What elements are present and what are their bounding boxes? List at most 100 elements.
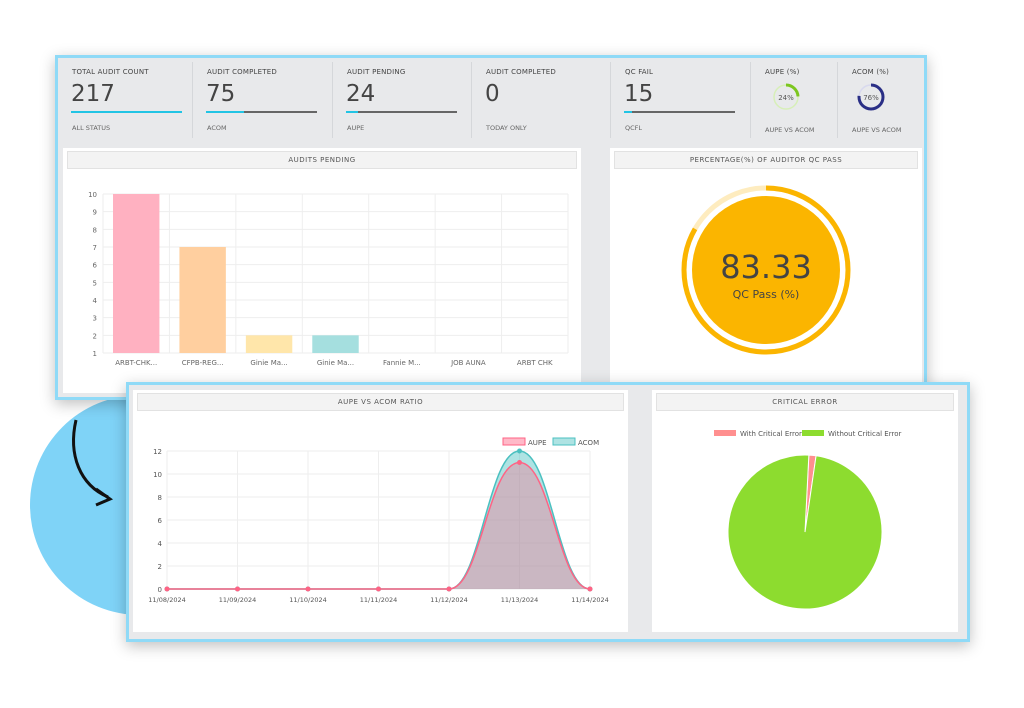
stat-progress-bar — [71, 111, 182, 113]
data-point — [306, 587, 311, 592]
curved-arrow-icon — [60, 415, 120, 510]
stat-label: AUDIT COMPLETED — [207, 68, 277, 76]
x-tick-label: 11/09/2024 — [219, 596, 256, 604]
data-point — [588, 587, 593, 592]
y-tick-label: 3 — [93, 315, 97, 323]
data-point — [447, 587, 452, 592]
gauge-card: ACOM (%) 76% AUPE VS ACOM — [838, 62, 922, 138]
x-tick-label: 11/12/2024 — [430, 596, 467, 604]
audits-pending-card: AUDITS PENDING 1 2 3 4 5 6 7 8 9 10 ARBT-CHK... CFP… — [63, 148, 581, 393]
y-tick-label: 10 — [153, 471, 162, 479]
x-tick-label: 11/10/2024 — [289, 596, 326, 604]
stat-value: 0 — [485, 81, 500, 107]
bar — [179, 247, 225, 353]
stat-card: QC FAIL 15 QCFL — [611, 62, 751, 138]
y-tick-label: 9 — [93, 209, 97, 217]
stat-sublabel: ACOM — [207, 124, 227, 132]
bar — [246, 335, 292, 353]
stat-sublabel: TODAY ONLY — [486, 124, 527, 132]
pie-slice — [728, 455, 882, 609]
legend-swatch — [714, 430, 736, 436]
gauge-ring: 76% — [854, 80, 888, 114]
stat-card: TOTAL AUDIT COUNT 217 ALL STATUS — [58, 62, 193, 138]
card-title: AUPE VS ACOM RATIO — [137, 393, 624, 411]
svg-text:24%: 24% — [778, 94, 794, 102]
stat-value: 15 — [624, 81, 653, 107]
legend-label: AUPE — [528, 439, 547, 447]
x-tick-label: Fannie M... — [383, 359, 421, 367]
critical-error-card: CRITICAL ERROR With Critical Error Withou… — [652, 390, 958, 632]
stat-label: AUDIT PENDING — [347, 68, 405, 76]
gauge-sublabel: AUPE VS ACOM — [765, 126, 815, 134]
audits-pending-chart: 1 2 3 4 5 6 7 8 9 10 ARBT-CHK... CFPB-REG... Ginie M… — [63, 170, 581, 395]
gauge-label: AUPE (%) — [765, 68, 800, 76]
ratio-chart: 02468101211/08/202411/09/202411/10/20241… — [133, 412, 628, 632]
bar — [312, 335, 358, 353]
critical-error-chart: With Critical Error Without Critical Erro… — [652, 412, 958, 632]
stat-sublabel: AUPE — [347, 124, 364, 132]
gauge-sublabel: AUPE VS ACOM — [852, 126, 902, 134]
x-tick-label: ARBT-CHK... — [115, 359, 157, 367]
y-tick-label: 8 — [93, 226, 97, 234]
stat-value: 217 — [71, 81, 115, 107]
legend-label: ACOM — [578, 439, 599, 447]
x-tick-label: 11/08/2024 — [148, 596, 185, 604]
gauge-ring: 24% — [769, 80, 803, 114]
y-tick-label: 6 — [93, 262, 98, 270]
y-tick-label: 4 — [158, 540, 163, 548]
gauge-label: ACOM (%) — [852, 68, 889, 76]
bar — [113, 194, 159, 353]
ratio-card: AUPE VS ACOM RATIO 02468101211/08/202411… — [133, 390, 628, 632]
data-point — [165, 587, 170, 592]
dashboard-bottom-panel: AUPE VS ACOM RATIO 02468101211/08/202411… — [126, 382, 970, 642]
stat-card: AUDIT COMPLETED 75 ACOM — [193, 62, 333, 138]
stat-value: 24 — [346, 81, 375, 107]
data-point — [517, 449, 522, 454]
qc-pass-value: 83.33 — [610, 248, 922, 286]
legend-swatch — [802, 430, 824, 436]
stat-label: TOTAL AUDIT COUNT — [72, 68, 149, 76]
stat-card: AUDIT PENDING 24 AUPE — [333, 62, 472, 138]
y-tick-label: 1 — [93, 350, 97, 358]
card-title: CRITICAL ERROR — [656, 393, 954, 411]
x-tick-label: Ginie Ma... — [317, 359, 354, 367]
stat-sublabel: QCFL — [625, 124, 642, 132]
y-tick-label: 2 — [93, 332, 97, 340]
card-title: PERCENTAGE(%) OF AUDITOR QC PASS — [614, 151, 918, 169]
qc-pass-card: PERCENTAGE(%) OF AUDITOR QC PASS 83.33 Q… — [610, 148, 922, 393]
stat-label: AUDIT COMPLETED — [486, 68, 556, 76]
stat-label: QC FAIL — [625, 68, 653, 76]
stat-value: 75 — [206, 81, 235, 107]
legend-label: Without Critical Error — [828, 430, 901, 438]
x-tick-label: ARBT CHK — [517, 359, 553, 367]
stat-progress-bar — [206, 111, 317, 113]
qc-pass-label: QC Pass (%) — [610, 288, 922, 301]
x-tick-label: JOB AUNA — [450, 359, 486, 367]
stat-progress-bar — [624, 111, 735, 113]
legend-swatch — [503, 438, 525, 445]
y-tick-label: 12 — [153, 448, 162, 456]
x-tick-label: 11/14/2024 — [571, 596, 608, 604]
y-tick-label: 5 — [93, 279, 97, 287]
data-point — [517, 460, 522, 465]
y-tick-label: 8 — [158, 494, 162, 502]
stat-sublabel: ALL STATUS — [72, 124, 110, 132]
stat-progress-bar — [346, 111, 457, 113]
x-tick-label: Ginie Ma... — [250, 359, 287, 367]
y-tick-label: 7 — [93, 244, 97, 252]
x-tick-label: 11/11/2024 — [360, 596, 397, 604]
dashboard-top-panel: TOTAL AUDIT COUNT217ALL STATUSAUDIT COMP… — [55, 55, 927, 400]
data-point — [235, 587, 240, 592]
y-tick-label: 4 — [93, 297, 98, 305]
gauge-card: AUPE (%) 24% AUPE VS ACOM — [751, 62, 838, 138]
data-point — [376, 587, 381, 592]
y-tick-label: 10 — [88, 191, 97, 199]
y-tick-label: 0 — [158, 586, 162, 594]
stat-card: AUDIT COMPLETED 0 TODAY ONLY — [472, 62, 611, 138]
y-tick-label: 2 — [158, 563, 162, 571]
x-tick-label: 11/13/2024 — [501, 596, 538, 604]
x-tick-label: CFPB-REG... — [182, 359, 224, 367]
legend-swatch — [553, 438, 575, 445]
card-title: AUDITS PENDING — [67, 151, 577, 169]
legend-label: With Critical Error — [740, 430, 802, 438]
